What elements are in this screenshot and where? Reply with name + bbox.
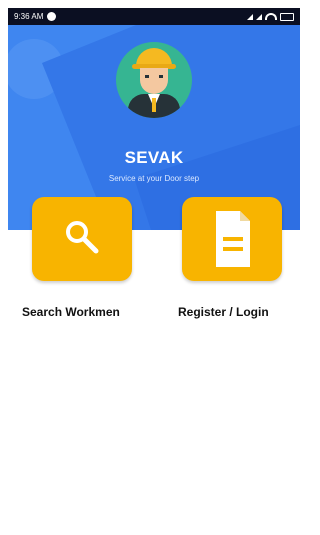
battery-icon [280, 12, 294, 21]
status-time: 9:36 AM [14, 12, 44, 21]
eyes [145, 75, 163, 78]
status-bar: 9:36 AM [8, 8, 300, 25]
wifi-icon [265, 13, 277, 20]
notification-dot-icon [47, 12, 57, 21]
signal-icon [247, 13, 253, 20]
search-workmen-button[interactable] [32, 197, 132, 281]
register-login-button[interactable] [182, 197, 282, 281]
app-title: SEVAK [124, 148, 184, 167]
app-screen: 9:36 AM SEVAK Service at your Door step [0, 0, 304, 535]
signal-icon-2 [256, 13, 262, 20]
worker-avatar [116, 42, 192, 118]
status-right [247, 12, 294, 21]
tie [152, 98, 156, 112]
face [140, 68, 168, 94]
search-workmen-label[interactable]: Search Workmen [22, 305, 120, 319]
search-icon [66, 221, 99, 254]
status-left: 9:36 AM [14, 12, 57, 21]
app-subtitle: Service at your Door step [108, 174, 200, 183]
document-icon [216, 211, 250, 267]
register-login-label[interactable]: Register / Login [178, 305, 269, 319]
